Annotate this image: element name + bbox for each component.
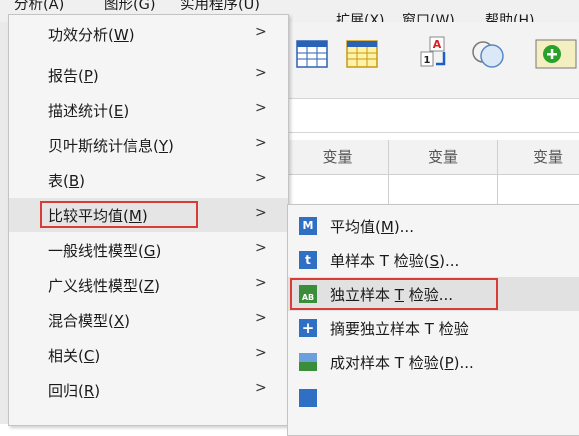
menu-item-descriptive-statistics[interactable]: 描述统计(E) > [9, 93, 288, 127]
menu-item-reports[interactable]: 报告(P) > [9, 58, 288, 92]
submenu-arrow-icon: > [255, 170, 267, 186]
submenu-arrow-icon: > [255, 310, 267, 326]
anova-icon [299, 389, 317, 407]
menu-item-correlate[interactable]: 相关(C) > [9, 338, 288, 372]
submenu-arrow-icon: > [255, 275, 267, 291]
submenu-arrow-icon: > [255, 380, 267, 396]
svg-text:1: 1 [424, 55, 431, 66]
menu-item-regression[interactable]: 回归(R) > [9, 373, 288, 407]
column-header[interactable]: 变量 [498, 140, 579, 174]
menubar-item-window[interactable]: 窗口(W) [402, 10, 455, 22]
menubar-item-extensions[interactable]: 扩展(X) [336, 10, 385, 22]
means-icon: M [299, 217, 317, 235]
menu-item-general-linear-model[interactable]: 一般线性模型(G) > [9, 233, 288, 267]
menu-item-label: 报告(P) [48, 67, 99, 85]
one-sample-t-icon: t [299, 251, 317, 269]
menu-item-label: 一般线性模型(G) [48, 242, 162, 260]
add-icon[interactable] [534, 38, 579, 70]
menubar-item-analyze[interactable]: 分析(A) [14, 0, 64, 14]
menu-item-label: 表(B) [48, 172, 86, 190]
venn-circles-icon[interactable] [470, 38, 506, 70]
submenu-item-label: 独立样本 T 检验... [330, 286, 454, 304]
menu-item-bayesian-statistics[interactable]: 贝叶斯统计信息(Y) > [9, 128, 288, 162]
menu-item-tables[interactable]: 表(B) > [9, 163, 288, 197]
submenu-arrow-icon: > [255, 345, 267, 361]
compare-means-submenu: M 平均值(M)... t 单样本 T 检验(S)... AB 独立样本 T 检… [287, 204, 579, 436]
menu-item-label: 描述统计(E) [48, 102, 130, 120]
submenu-arrow-icon: > [255, 65, 267, 81]
analyze-menu: 功效分析(W) > 报告(P) > 描述统计(E) > 贝叶斯统计信息(Y) >… [8, 14, 289, 426]
menu-item-label: 比较平均值(M) [48, 207, 148, 225]
summary-t-icon: + [299, 319, 317, 337]
sort-cases-icon[interactable]: A 1 [420, 36, 454, 68]
column-header[interactable]: 变量 [287, 140, 389, 174]
column-header[interactable]: 变量 [389, 140, 498, 174]
submenu-item-independent-samples-t-test[interactable]: AB 独立样本 T 检验... [288, 277, 579, 311]
menu-item-label: 功效分析(W) [48, 26, 135, 44]
menu-item-generalized-linear-models[interactable]: 广义线性模型(Z) > [9, 268, 288, 302]
variable-view-grid-icon[interactable] [346, 40, 378, 68]
menubar-item-utilities[interactable]: 实用程序(U) [180, 0, 260, 14]
submenu-item-label: 摘要独立样本 T 检验 [330, 320, 469, 338]
submenu-arrow-icon: > [255, 135, 267, 151]
paired-t-icon [299, 353, 317, 371]
independent-t-icon: AB [299, 285, 317, 303]
menu-item-label: 广义线性模型(Z) [48, 277, 160, 295]
submenu-item-label: 平均值(M)... [330, 218, 414, 236]
submenu-item-label: 单样本 T 检验(S)... [330, 252, 460, 270]
menubar-item-help[interactable]: 帮助(H) [485, 10, 534, 22]
submenu-item-summary-independent-t-test[interactable]: + 摘要独立样本 T 检验 [288, 311, 579, 345]
submenu-arrow-icon: > [255, 240, 267, 256]
submenu-item-label: 成对样本 T 检验(P)... [330, 354, 474, 372]
menu-item-label: 相关(C) [48, 347, 101, 365]
svg-text:A: A [433, 38, 442, 51]
submenu-arrow-icon: > [255, 24, 267, 40]
menubar-item-graphs[interactable]: 图形(G) [104, 0, 156, 14]
menu-item-mixed-models[interactable]: 混合模型(X) > [9, 303, 288, 337]
menu-item-label: 回归(R) [48, 382, 101, 400]
submenu-arrow-icon: > [255, 205, 267, 221]
menu-item-power-analysis[interactable]: 功效分析(W) > [9, 17, 288, 51]
menu-item-label: 贝叶斯统计信息(Y) [48, 137, 174, 155]
submenu-item-next[interactable] [288, 381, 579, 415]
submenu-item-means[interactable]: M 平均值(M)... [288, 209, 579, 243]
submenu-arrow-icon: > [255, 100, 267, 116]
data-view-grid-icon[interactable] [296, 40, 328, 68]
menu-item-compare-means[interactable]: 比较平均值(M) > [9, 198, 288, 232]
submenu-item-one-sample-t-test[interactable]: t 单样本 T 检验(S)... [288, 243, 579, 277]
menu-item-label: 混合模型(X) [48, 312, 130, 330]
submenu-item-paired-samples-t-test[interactable]: 成对样本 T 检验(P)... [288, 345, 579, 379]
